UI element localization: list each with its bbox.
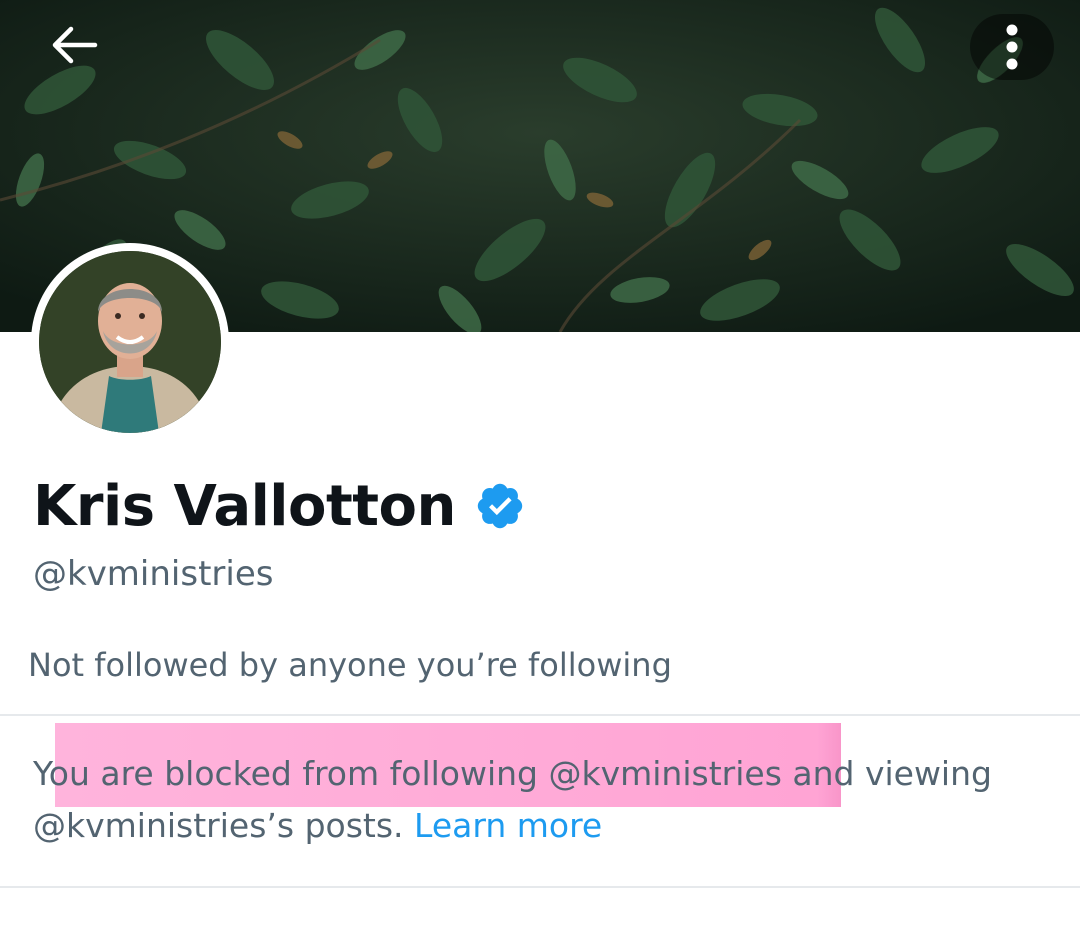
- more-options-button[interactable]: [970, 14, 1054, 80]
- arrow-left-icon: [52, 26, 98, 64]
- avatar-photo: [39, 251, 221, 433]
- learn-more-link[interactable]: Learn more: [414, 806, 602, 845]
- display-name: Kris Vallotton: [33, 473, 456, 539]
- profile-page: Kris Vallotton @kvministries Not followe…: [0, 0, 1080, 932]
- blocked-notice: You are blocked from following @kvminist…: [33, 748, 1053, 852]
- name-row: Kris Vallotton: [33, 466, 526, 546]
- back-button[interactable]: [36, 12, 112, 78]
- divider: [0, 886, 1080, 888]
- profile-handle: @kvministries: [33, 554, 274, 594]
- verified-badge-icon[interactable]: [474, 480, 526, 532]
- followers-you-know-note: Not followed by anyone you’re following: [28, 646, 672, 684]
- avatar[interactable]: [31, 243, 229, 441]
- divider: [0, 714, 1080, 716]
- more-vertical-icon: [1006, 24, 1018, 70]
